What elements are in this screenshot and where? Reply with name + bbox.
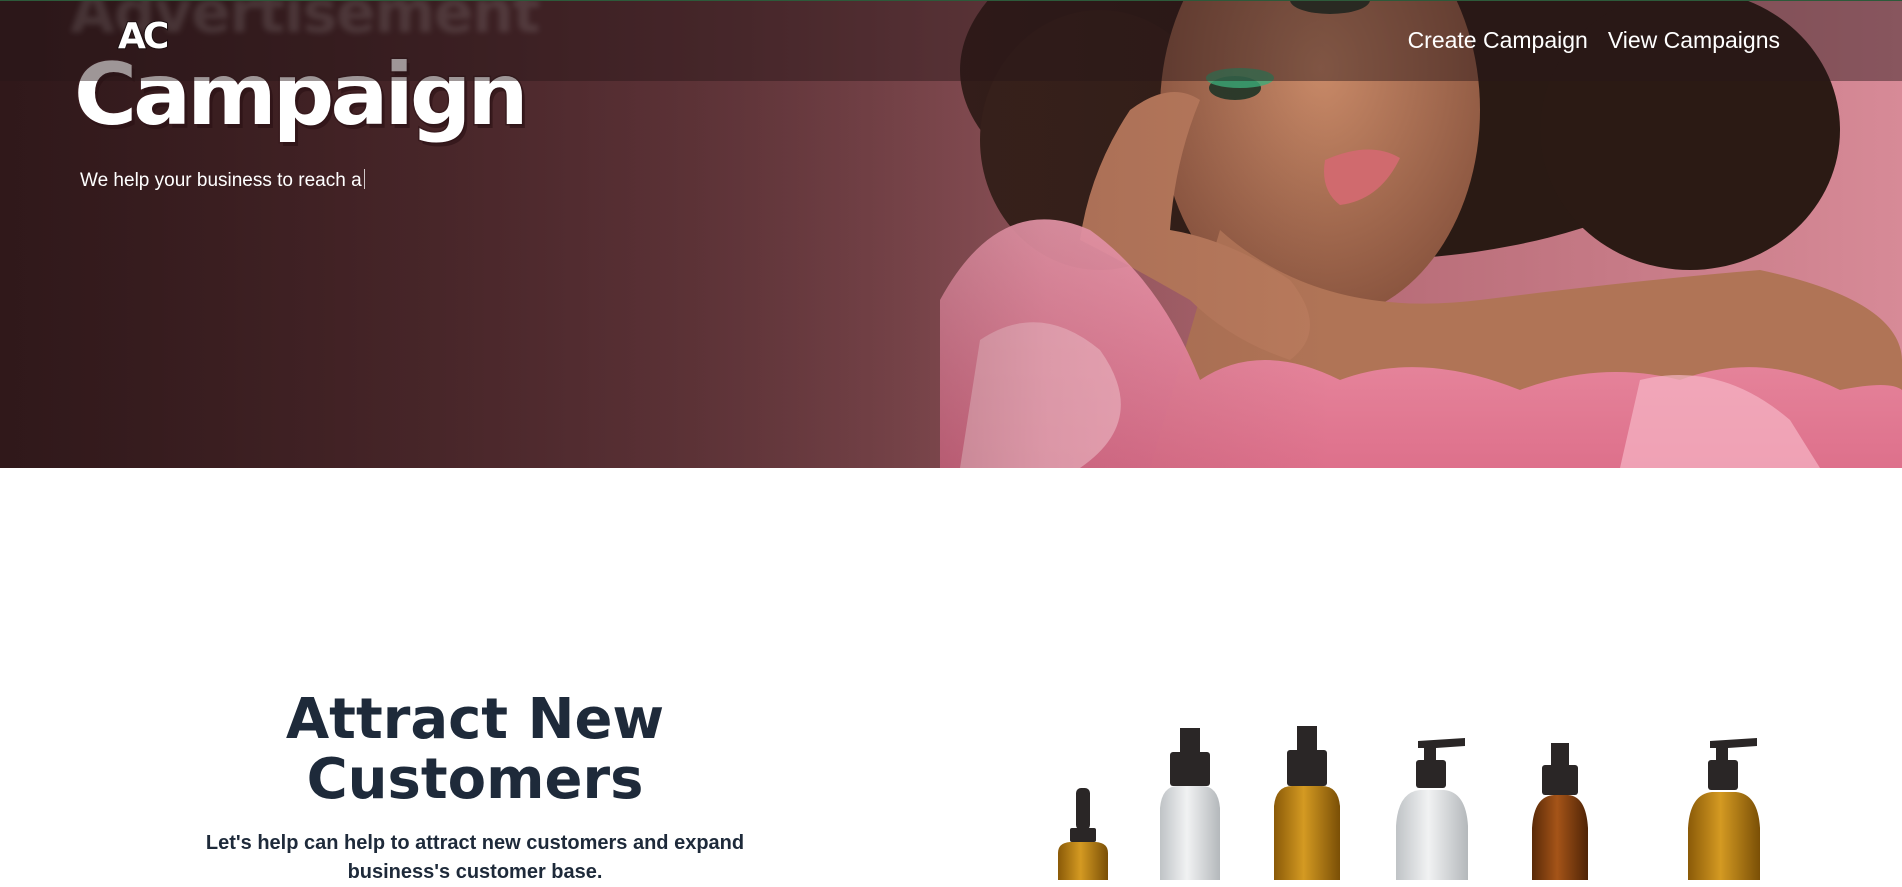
nav-view-campaigns-link[interactable]: View Campaigns bbox=[1608, 27, 1780, 54]
ac-logo[interactable]: AC bbox=[117, 18, 170, 56]
hero-typed-label: We help your business to reach a bbox=[80, 170, 362, 191]
text-caret-icon bbox=[363, 169, 365, 189]
cosmetic-bottles-photo bbox=[1058, 726, 1760, 880]
section-title: Attract New Customers bbox=[285, 687, 665, 812]
top-navbar: AC Create Campaign View Campaigns bbox=[0, 0, 1902, 81]
nav-create-campaign-link[interactable]: Create Campaign bbox=[1408, 27, 1588, 54]
section-description: Let's help can help to attract new custo… bbox=[205, 832, 745, 883]
nav-links: Create Campaign View Campaigns bbox=[1408, 27, 1780, 54]
hero-typed-text: We help your business to reach a bbox=[80, 169, 365, 192]
attract-customers-section: Attract New Customers Let's help can hel… bbox=[0, 468, 1902, 883]
